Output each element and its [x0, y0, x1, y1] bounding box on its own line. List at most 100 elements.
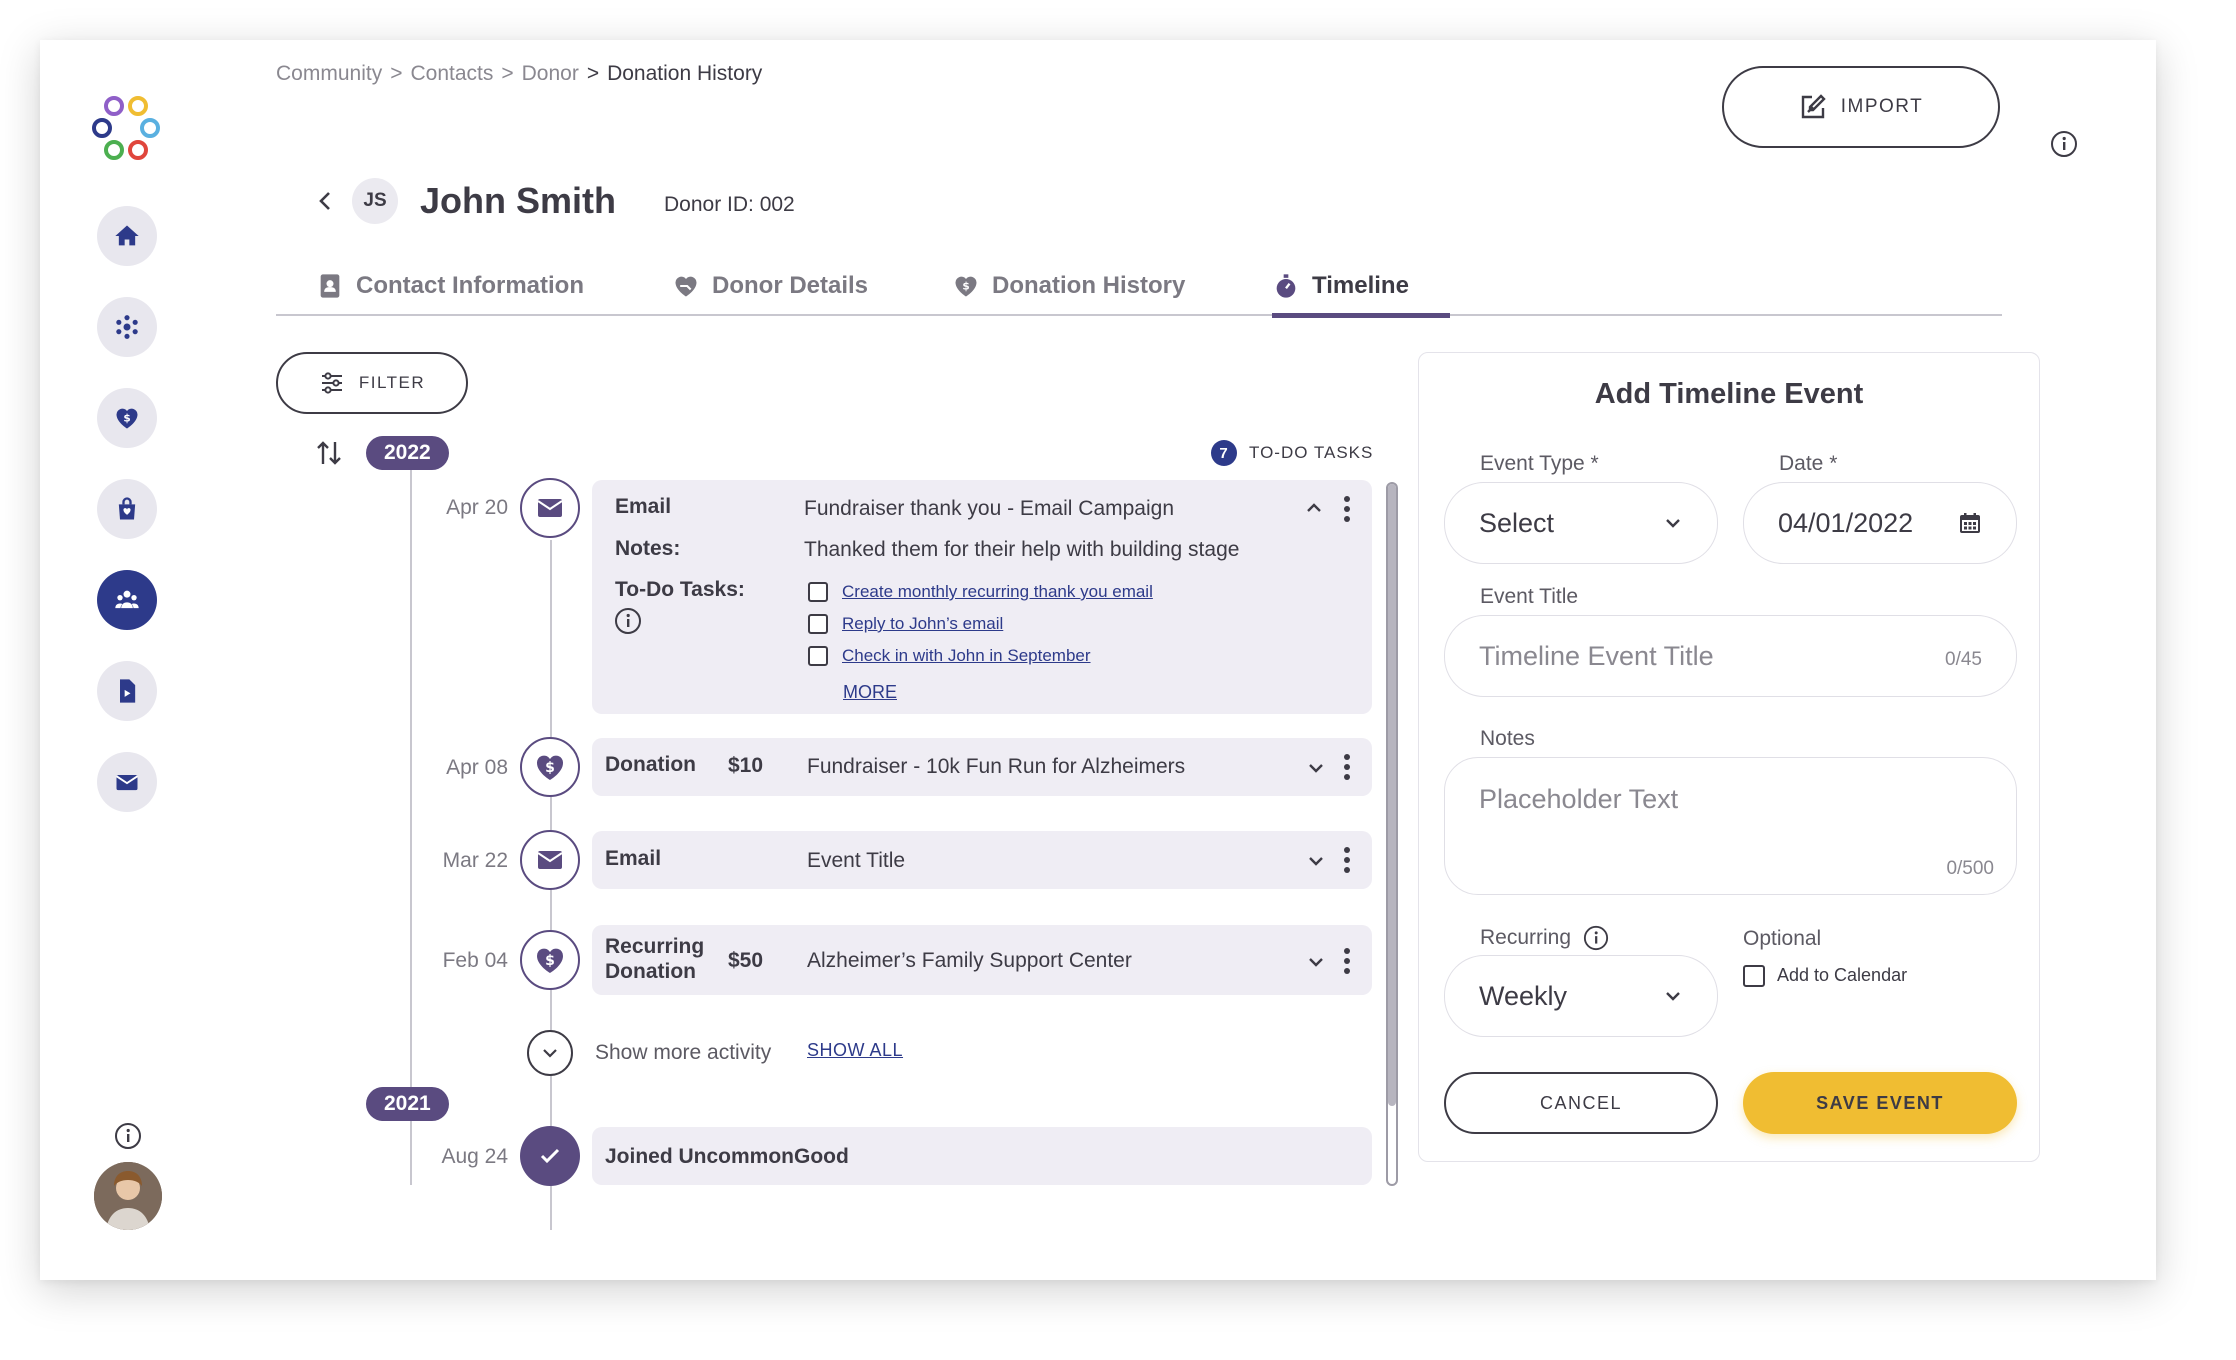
tab-donation-history[interactable]: $ Donation History — [952, 272, 1185, 316]
notes-label: Notes — [1480, 727, 1535, 750]
chevron-down-icon[interactable] — [1306, 851, 1326, 871]
tab-label: Donor Details — [712, 272, 869, 299]
recurring-value: Weekly — [1479, 980, 1568, 1011]
recurring-select[interactable]: Weekly — [1444, 955, 1718, 1037]
task-checkbox[interactable] — [808, 614, 828, 634]
sidebar-bag[interactable] — [97, 479, 157, 539]
notes-counter: 0/500 — [1946, 858, 1994, 879]
event-type-line2: Donation — [605, 960, 696, 983]
shopping-bag-icon — [118, 497, 136, 520]
sidebar-mail[interactable] — [97, 752, 157, 812]
todo-tasks-label: To-Do Tasks: — [615, 578, 745, 601]
envelope-icon — [537, 851, 563, 869]
sidebar-network[interactable] — [97, 297, 157, 357]
event-type-label: Event Type * — [1480, 452, 1599, 475]
donation-icon: $ — [116, 408, 138, 429]
notes-textarea[interactable]: Placeholder Text 0/500 — [1444, 757, 2017, 895]
more-options-icon[interactable] — [1344, 948, 1350, 974]
recurring-info-icon[interactable] — [1583, 925, 1609, 951]
svg-text:$: $ — [545, 760, 555, 776]
todo-info-icon[interactable] — [614, 607, 642, 635]
stopwatch-icon — [1276, 274, 1296, 298]
more-options-icon[interactable] — [1344, 754, 1350, 780]
donor-name: John Smith — [420, 180, 616, 221]
event-title-counter: 0/45 — [1945, 649, 1982, 670]
chevron-down-icon — [1666, 519, 1680, 528]
joined-check-icon — [520, 1126, 580, 1186]
envelope-icon — [537, 499, 563, 517]
show-more-expand-icon[interactable] — [527, 1030, 573, 1076]
sidebar-home[interactable] — [97, 206, 157, 266]
task-checkbox[interactable] — [808, 646, 828, 666]
chevron-down-icon[interactable] — [1306, 758, 1326, 778]
event-title-input[interactable]: Timeline Event Title 0/45 — [1444, 615, 2017, 697]
app-logo[interactable] — [88, 94, 164, 164]
email-event-icon — [520, 830, 580, 890]
todo-tasks-header[interactable]: 7 TO-DO TASKS — [1211, 440, 1373, 466]
event-date: Feb 04 — [442, 949, 508, 972]
donation-event-icon: $ — [520, 930, 580, 990]
heart-hand-icon — [675, 276, 697, 297]
filter-label: FILTER — [358, 373, 426, 392]
tab-contact-information[interactable]: Contact Information — [316, 272, 584, 316]
tab-donor-details[interactable]: Donor Details — [672, 272, 868, 316]
sidebar-community[interactable] — [97, 570, 157, 630]
event-type: Donation — [605, 753, 696, 776]
import-info-icon[interactable] — [2050, 130, 2078, 158]
event-title: Alzheimer’s Family Support Center — [807, 949, 1132, 972]
breadcrumb: Community > Contacts > Donor > Donation … — [276, 62, 762, 86]
year-2021-badge: 2021 — [366, 1087, 449, 1121]
task-checkbox[interactable] — [808, 582, 828, 602]
contact-book-icon — [320, 274, 340, 298]
save-event-button[interactable]: SAVE EVENT — [1743, 1072, 2017, 1134]
back-chevron-icon[interactable] — [316, 189, 336, 213]
show-all-link[interactable]: SHOW ALL — [807, 1040, 903, 1061]
svg-text:$: $ — [545, 953, 555, 969]
chevron-up-icon[interactable] — [1304, 498, 1324, 518]
sidebar-donations[interactable]: $ — [97, 388, 157, 448]
more-tasks-link[interactable]: MORE — [843, 682, 897, 703]
task-link[interactable]: Create monthly recurring thank you email — [842, 582, 1153, 602]
event-date: Aug 24 — [441, 1145, 508, 1168]
show-more-text: Show more activity — [595, 1041, 772, 1064]
tab-timeline[interactable]: Timeline — [1272, 272, 1450, 318]
event-type-line1: Recurring — [605, 935, 705, 958]
event-type-select[interactable]: Select — [1444, 482, 1718, 564]
breadcrumb-separator: > — [390, 62, 403, 85]
import-button[interactable]: IMPORT — [1722, 66, 2000, 148]
filter-button[interactable]: FILTER — [276, 352, 468, 414]
sort-icon[interactable] — [314, 438, 344, 468]
scrollbar-thumb[interactable] — [1388, 484, 1396, 1106]
event-date: Apr 20 — [446, 496, 508, 519]
recurring-label: Recurring — [1480, 925, 1609, 951]
add-to-calendar-label[interactable]: Add to Calendar — [1777, 965, 1907, 986]
more-options-icon[interactable] — [1344, 847, 1350, 873]
email-event-card[interactable] — [592, 831, 1372, 889]
event-amount: $10 — [728, 754, 764, 777]
tab-bar: Contact Information Donor Details $ Dona… — [276, 272, 2002, 318]
event-amount: $50 — [728, 949, 764, 972]
timeline-outer-line — [410, 470, 412, 1185]
heart-dollar-icon: $ — [536, 755, 564, 780]
cancel-button[interactable]: CANCEL — [1444, 1072, 1718, 1134]
calendar-icon[interactable] — [1958, 511, 1982, 535]
breadcrumb-donor[interactable]: Donor — [522, 62, 579, 86]
add-to-calendar-checkbox[interactable] — [1743, 965, 1765, 987]
event-type-value: Select — [1479, 507, 1555, 538]
sidebar-documents[interactable] — [97, 661, 157, 721]
tab-label: Timeline — [1312, 272, 1409, 299]
chevron-down-icon[interactable] — [1306, 952, 1326, 972]
user-avatar[interactable] — [94, 1162, 162, 1230]
event-date: Mar 22 — [442, 849, 508, 872]
todo-tasks-label: TO-DO TASKS — [1249, 443, 1374, 462]
tab-label: Contact Information — [356, 272, 584, 299]
form-title: Add Timeline Event — [1594, 378, 1864, 410]
date-input[interactable]: 04/01/2022 — [1743, 482, 2017, 564]
breadcrumb-contacts[interactable]: Contacts — [410, 62, 493, 86]
breadcrumb-community[interactable]: Community — [276, 62, 382, 86]
help-info-icon[interactable] — [114, 1122, 142, 1150]
task-link[interactable]: Reply to John’s email — [842, 614, 1003, 634]
task-link[interactable]: Check in with John in September — [842, 646, 1091, 666]
notes-text: Thanked them for their help with buildin… — [804, 538, 1240, 561]
more-options-icon[interactable] — [1344, 496, 1350, 522]
